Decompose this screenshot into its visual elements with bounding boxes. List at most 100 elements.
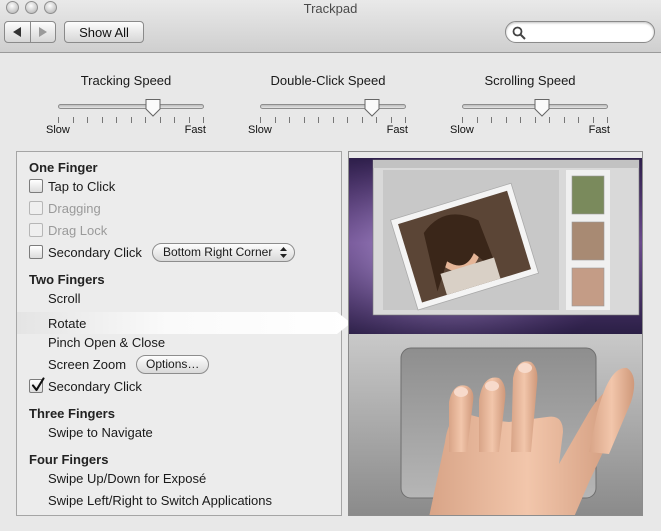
slider-tick bbox=[362, 117, 363, 123]
slider-tick bbox=[564, 117, 565, 123]
show-all-button[interactable]: Show All bbox=[64, 21, 144, 43]
slider-tick bbox=[58, 117, 59, 123]
tap-to-click-label: Tap to Click bbox=[48, 178, 116, 194]
slider-tick bbox=[318, 117, 319, 123]
tracking-speed-track[interactable] bbox=[58, 104, 204, 109]
slider-tick bbox=[376, 117, 377, 123]
slider-tick bbox=[333, 117, 334, 123]
dragging-option: Dragging bbox=[29, 198, 101, 218]
slider-tick bbox=[189, 117, 190, 123]
slider-tick bbox=[73, 117, 74, 123]
preferences-window: Trackpad Show All Tracking Speed Slow Fa… bbox=[0, 0, 661, 531]
menu-bar bbox=[349, 152, 642, 158]
title-bar: Trackpad Show All bbox=[0, 0, 661, 53]
tap-to-click-checkbox[interactable] bbox=[29, 179, 43, 193]
checkmark-icon bbox=[31, 377, 45, 392]
double-click-speed-slider: Double-Click Speed Slow Fast bbox=[248, 73, 408, 136]
slider-tick bbox=[289, 117, 290, 123]
thumbnail-1 bbox=[571, 175, 605, 215]
double-click-speed-min-label: Slow bbox=[248, 124, 272, 136]
scrolling-speed-slider: Scrolling Speed Slow Fast bbox=[450, 73, 610, 136]
pinch-gesture-item[interactable]: Pinch Open & Close bbox=[48, 332, 165, 352]
thumbnail-3 bbox=[571, 267, 605, 307]
tracking-speed-min-label: Slow bbox=[46, 124, 70, 136]
slider-tick bbox=[87, 117, 88, 123]
secondary-click-corner-value: Bottom Right Corner bbox=[162, 245, 273, 259]
gesture-list-panel: One Finger Tap to Click Dragging Drag Lo… bbox=[16, 151, 351, 516]
slider-tick bbox=[520, 117, 521, 123]
slider-tick bbox=[275, 117, 276, 123]
slider-tick bbox=[535, 117, 536, 123]
double-click-speed-label: Double-Click Speed bbox=[270, 73, 386, 88]
slider-tick bbox=[593, 117, 594, 123]
two-finger-secondary-click-checkbox[interactable] bbox=[29, 377, 45, 393]
slider-tick bbox=[131, 117, 132, 123]
double-click-speed-knob[interactable] bbox=[364, 98, 380, 117]
slider-tick bbox=[477, 117, 478, 123]
four-fingers-heading: Four Fingers bbox=[29, 452, 109, 467]
slider-tick bbox=[578, 117, 579, 123]
slider-tick bbox=[405, 117, 406, 123]
scrolling-speed-min-label: Slow bbox=[450, 124, 474, 136]
dragging-checkbox bbox=[29, 201, 43, 215]
slider-tick bbox=[260, 117, 261, 123]
slider-tick bbox=[160, 117, 161, 123]
double-click-speed-max-label: Fast bbox=[386, 124, 408, 136]
one-finger-secondary-click-option[interactable]: Secondary Click Bottom Right Corner bbox=[29, 242, 296, 262]
gesture-preview-illustration bbox=[349, 152, 642, 515]
preview-app-toolbar bbox=[373, 160, 639, 168]
swipe-to-navigate-item[interactable]: Swipe to Navigate bbox=[48, 422, 153, 442]
slider-tick bbox=[145, 117, 146, 123]
slider-tick bbox=[102, 117, 103, 123]
back-arrow-icon bbox=[13, 27, 22, 37]
three-fingers-heading: Three Fingers bbox=[29, 406, 115, 421]
slider-tick bbox=[491, 117, 492, 123]
slider-tick bbox=[347, 117, 348, 123]
dragging-label: Dragging bbox=[48, 200, 101, 216]
swipe-up-down-expose-item[interactable]: Swipe Up/Down for Exposé bbox=[48, 468, 206, 488]
search-icon bbox=[512, 26, 526, 40]
one-finger-secondary-click-label: Secondary Click bbox=[48, 244, 142, 260]
drag-lock-checkbox bbox=[29, 223, 43, 237]
search-field[interactable] bbox=[505, 21, 655, 43]
swipe-left-right-switch-apps-item[interactable]: Swipe Left/Right to Switch Applications bbox=[48, 490, 272, 510]
two-finger-secondary-click-option[interactable]: Secondary Click bbox=[29, 376, 142, 396]
back-button[interactable] bbox=[5, 22, 30, 42]
one-finger-secondary-click-checkbox[interactable] bbox=[29, 245, 43, 259]
scrolling-speed-knob[interactable] bbox=[534, 98, 550, 117]
tracking-speed-max-label: Fast bbox=[184, 124, 206, 136]
tracking-speed-ticks bbox=[58, 117, 204, 123]
rotate-gesture-item[interactable]: Rotate bbox=[48, 313, 86, 333]
gesture-preview bbox=[348, 151, 643, 516]
two-fingers-heading: Two Fingers bbox=[29, 272, 105, 287]
thumbnail-2 bbox=[571, 221, 605, 261]
tap-to-click-option[interactable]: Tap to Click bbox=[29, 176, 115, 196]
screen-zoom-label: Screen Zoom bbox=[48, 356, 127, 372]
tracking-speed-knob[interactable] bbox=[145, 98, 161, 117]
scroll-gesture-item[interactable]: Scroll bbox=[48, 288, 81, 308]
back-forward-control bbox=[4, 21, 56, 43]
slider-tick bbox=[607, 117, 608, 123]
slider-tick bbox=[116, 117, 117, 123]
screen-zoom-gesture-item[interactable]: Screen Zoom Options… bbox=[48, 354, 210, 374]
secondary-click-corner-popup[interactable]: Bottom Right Corner bbox=[151, 242, 296, 262]
forward-arrow-icon bbox=[38, 27, 47, 37]
slider-tick bbox=[203, 117, 204, 123]
slider-tick bbox=[462, 117, 463, 123]
scrolling-speed-ticks bbox=[462, 117, 608, 123]
scrolling-speed-label: Scrolling Speed bbox=[484, 73, 576, 88]
slider-tick bbox=[506, 117, 507, 123]
tracking-speed-slider: Tracking Speed Slow Fast bbox=[46, 73, 206, 136]
forward-button[interactable] bbox=[29, 22, 56, 42]
screen-zoom-options-button[interactable]: Options… bbox=[136, 354, 210, 374]
double-click-speed-ticks bbox=[260, 117, 406, 123]
tracking-speed-label: Tracking Speed bbox=[80, 73, 172, 88]
one-finger-heading: One Finger bbox=[29, 160, 98, 175]
slider-tick bbox=[174, 117, 175, 123]
slider-tick bbox=[549, 117, 550, 123]
drag-lock-option: Drag Lock bbox=[29, 220, 107, 240]
popup-arrows-icon bbox=[280, 246, 288, 258]
two-finger-secondary-click-label: Secondary Click bbox=[48, 378, 142, 394]
slider-tick bbox=[304, 117, 305, 123]
double-click-speed-track[interactable] bbox=[260, 104, 406, 109]
